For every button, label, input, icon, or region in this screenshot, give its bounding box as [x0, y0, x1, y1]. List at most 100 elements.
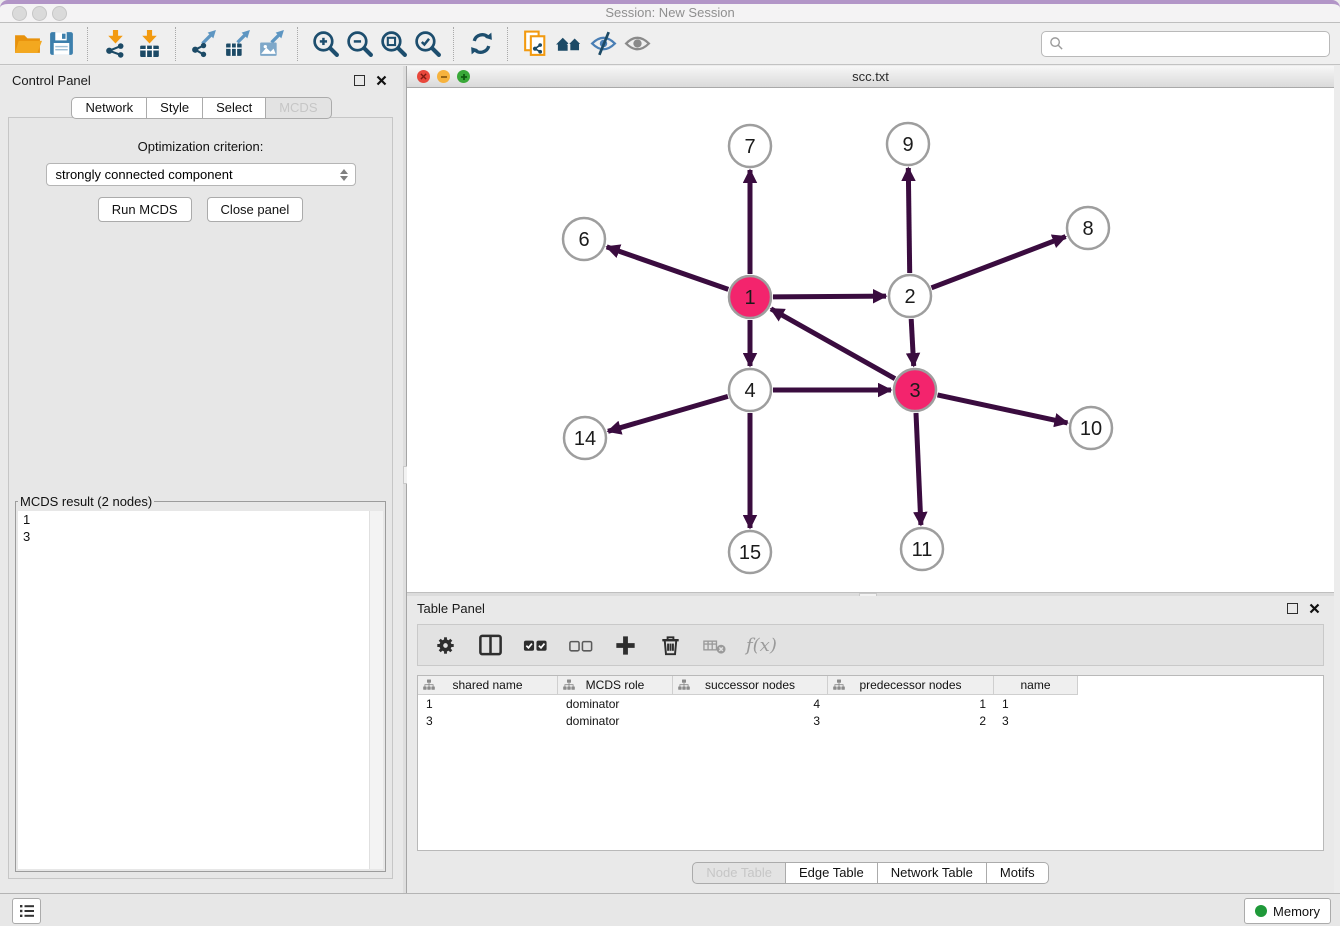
tab-edge-table[interactable]: Edge Table — [786, 862, 878, 884]
window-title: Session: New Session — [0, 4, 1340, 21]
edge-2-3[interactable] — [911, 319, 914, 366]
zoom-fit-button[interactable] — [376, 27, 410, 61]
criterion-select[interactable]: strongly connected component — [46, 163, 356, 186]
table-cell[interactable]: dominator — [558, 697, 673, 711]
table-row[interactable]: 3dominator323 — [418, 712, 1323, 729]
zoom-out-button[interactable] — [342, 27, 376, 61]
gear-button[interactable] — [431, 631, 459, 659]
add-column-button[interactable] — [611, 631, 639, 659]
table-cell[interactable]: 4 — [673, 697, 828, 711]
node-1[interactable]: 1 — [729, 276, 771, 318]
search-box[interactable] — [1041, 31, 1330, 57]
search-input[interactable] — [1069, 35, 1322, 52]
node-label: 7 — [744, 136, 755, 158]
import-network-button[interactable] — [98, 27, 132, 61]
run-mcds-button[interactable]: Run MCDS — [98, 197, 192, 222]
first-neighbors-button[interactable] — [552, 27, 586, 61]
tab-select[interactable]: Select — [203, 97, 266, 119]
node-label: 9 — [902, 134, 913, 156]
delete-column-button[interactable] — [656, 631, 684, 659]
node-11[interactable]: 11 — [901, 528, 943, 570]
network-window-titlebar[interactable]: scc.txt — [407, 66, 1334, 88]
table-cell[interactable]: 1 — [828, 697, 994, 711]
node-10[interactable]: 10 — [1070, 407, 1112, 449]
table-row[interactable]: 1dominator411 — [418, 695, 1323, 712]
node-8[interactable]: 8 — [1067, 207, 1109, 249]
zoom-selected-button[interactable] — [410, 27, 444, 61]
node-14[interactable]: 14 — [564, 417, 606, 459]
save-session-button[interactable] — [44, 27, 78, 61]
window-minimize-icon[interactable] — [32, 6, 47, 21]
mcds-result-list[interactable]: 13 — [18, 511, 383, 869]
table-cell[interactable]: 3 — [673, 714, 828, 728]
column-header-predecessor-nodes[interactable]: predecessor nodes — [828, 676, 994, 695]
table-cell[interactable]: 1 — [418, 697, 558, 711]
edge-1-6[interactable] — [607, 247, 729, 290]
edge-2-9[interactable] — [908, 168, 909, 273]
table-cell[interactable]: dominator — [558, 714, 673, 728]
node-4[interactable]: 4 — [729, 369, 771, 411]
float-panel-icon[interactable] — [1287, 603, 1298, 614]
edge-3-1[interactable] — [771, 309, 895, 379]
zoom-in-button[interactable] — [308, 27, 342, 61]
tab-node-table[interactable]: Node Table — [692, 862, 786, 884]
window-zoom-icon[interactable] — [52, 6, 67, 21]
table-cell[interactable]: 2 — [828, 714, 994, 728]
refresh-view-button[interactable] — [464, 27, 498, 61]
table-cell[interactable]: 3 — [418, 714, 558, 728]
result-scrollbar[interactable] — [369, 511, 383, 869]
column-header-MCDS-role[interactable]: MCDS role — [558, 676, 673, 695]
close-panel-icon[interactable] — [1309, 603, 1320, 614]
node-3[interactable]: 3 — [894, 369, 936, 411]
result-line[interactable]: 1 — [18, 511, 383, 528]
export-network-button[interactable] — [186, 27, 220, 61]
node-9[interactable]: 9 — [887, 123, 929, 165]
column-header-successor-nodes[interactable]: successor nodes — [673, 676, 828, 695]
clone-network-button[interactable] — [518, 27, 552, 61]
column-header-name[interactable]: name — [994, 676, 1078, 695]
edge-3-10[interactable] — [938, 395, 1068, 423]
node-2[interactable]: 2 — [889, 275, 931, 317]
export-network-icon — [189, 29, 218, 58]
table-cell[interactable]: 3 — [994, 714, 1078, 728]
node-label: 2 — [904, 286, 915, 308]
open-session-button[interactable] — [10, 27, 44, 61]
show-all-button[interactable] — [620, 27, 654, 61]
export-table-button[interactable] — [220, 27, 254, 61]
close-panel-icon[interactable] — [376, 75, 387, 86]
tab-style[interactable]: Style — [147, 97, 203, 119]
tab-network-table[interactable]: Network Table — [878, 862, 987, 884]
hide-selected-button[interactable] — [586, 27, 620, 61]
node-6[interactable]: 6 — [563, 218, 605, 260]
select-all-button[interactable] — [521, 631, 549, 659]
import-table-button[interactable] — [132, 27, 166, 61]
split-columns-button[interactable] — [476, 631, 504, 659]
edge-2-8[interactable] — [932, 237, 1066, 288]
window-close-icon[interactable] — [12, 6, 27, 21]
network-minimize-icon[interactable] — [437, 70, 450, 83]
node-label: 14 — [574, 428, 596, 450]
close-panel-button[interactable]: Close panel — [207, 197, 304, 222]
edge-4-14[interactable] — [608, 396, 728, 431]
export-image-button[interactable] — [254, 27, 288, 61]
float-panel-icon[interactable] — [354, 75, 365, 86]
network-canvas[interactable]: 7 9 6 8 1 2 4 3 14 10 15 11 — [407, 88, 1334, 592]
memory-button[interactable]: Memory — [1244, 898, 1331, 924]
tab-network[interactable]: Network — [71, 97, 147, 119]
column-tree-icon — [423, 679, 435, 691]
node-15[interactable]: 15 — [729, 531, 771, 573]
memory-label: Memory — [1273, 904, 1320, 919]
deselect-all-button[interactable] — [566, 631, 594, 659]
column-header-shared-name[interactable]: shared name — [418, 676, 558, 695]
tab-mcds[interactable]: MCDS — [266, 97, 331, 119]
table-cell[interactable]: 1 — [994, 697, 1078, 711]
toolbar-separator — [175, 27, 177, 61]
edge-1-2[interactable] — [773, 296, 886, 297]
task-history-button[interactable] — [12, 898, 41, 924]
result-line[interactable]: 3 — [18, 528, 383, 545]
network-zoom-icon[interactable] — [457, 70, 470, 83]
edge-3-11[interactable] — [916, 413, 921, 525]
node-7[interactable]: 7 — [729, 125, 771, 167]
tab-motifs[interactable]: Motifs — [987, 862, 1049, 884]
network-close-icon[interactable] — [417, 70, 430, 83]
